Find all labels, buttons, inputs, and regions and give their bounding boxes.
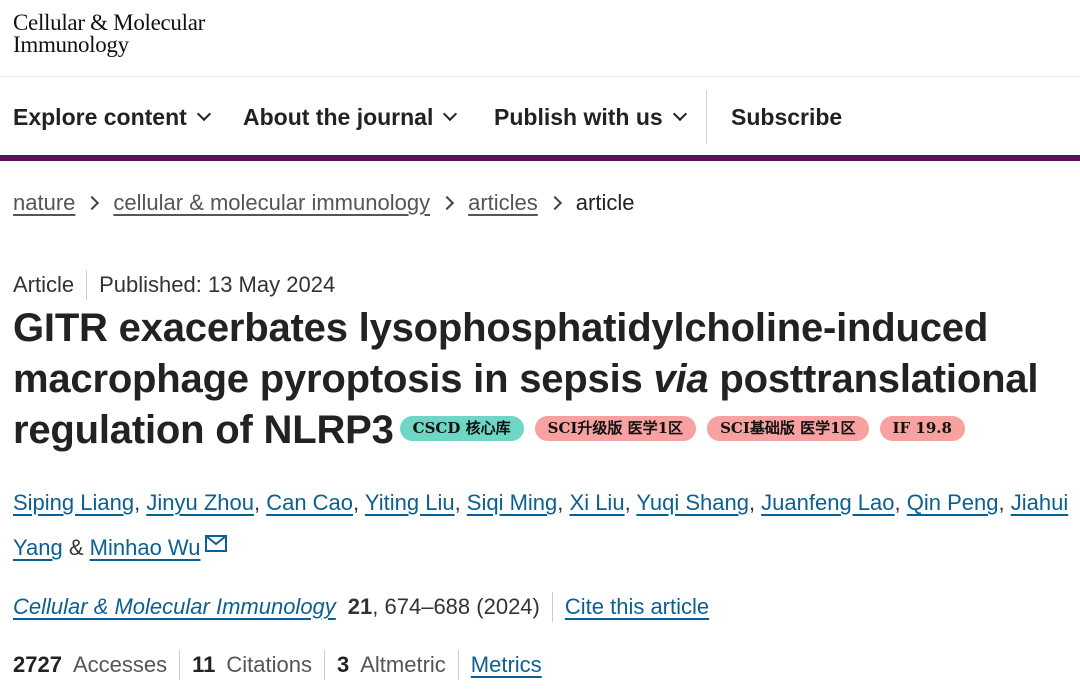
altmetric-count: 3 bbox=[336, 652, 350, 677]
article-metrics: 2727 Accesses 11 Citations 3 Altmetric M… bbox=[13, 650, 542, 680]
author-separator: , bbox=[894, 490, 907, 515]
breadcrumb-articles[interactable]: articles bbox=[468, 190, 538, 216]
nav-about-label: About the journal bbox=[243, 103, 434, 130]
header-divider bbox=[0, 76, 1080, 77]
author-separator: , bbox=[134, 490, 147, 515]
metrics-divider bbox=[323, 650, 325, 680]
citation-line: Cellular & Molecular Immunology 21 , 674… bbox=[13, 592, 709, 622]
author-separator: , bbox=[353, 490, 365, 515]
author-link[interactable]: Siping Liang bbox=[13, 490, 134, 515]
meta-divider bbox=[86, 270, 88, 300]
metrics-link[interactable]: Metrics bbox=[471, 652, 542, 678]
author-conjunction: & bbox=[62, 535, 90, 560]
brand-bar bbox=[0, 155, 1080, 161]
nav-about-journal[interactable]: About the journal bbox=[243, 90, 458, 144]
accesses-label: Accesses bbox=[72, 652, 168, 677]
nav-subscribe[interactable]: Subscribe bbox=[731, 90, 842, 144]
nav-divider bbox=[706, 90, 707, 144]
author-link[interactable]: Minhao Wu bbox=[90, 535, 201, 560]
breadcrumb-journal[interactable]: cellular & molecular immunology bbox=[113, 190, 430, 216]
citations-label: Citations bbox=[226, 652, 312, 677]
chevron-right-icon bbox=[547, 195, 562, 211]
author-link[interactable]: Juanfeng Lao bbox=[761, 490, 894, 515]
badge-sci-upgrade: SCI升级版 医学1区 bbox=[534, 415, 697, 441]
nav-explore-label: Explore content bbox=[13, 103, 187, 130]
badge-cscd: CSCD 核心库 bbox=[399, 415, 524, 441]
published-date: Published: 13 May 2024 bbox=[99, 272, 336, 297]
chevron-down-icon bbox=[672, 106, 687, 122]
journal-link[interactable]: Cellular & Molecular Immunology bbox=[13, 594, 336, 620]
citations-count: 11 bbox=[192, 652, 216, 677]
nav-subscribe-label: Subscribe bbox=[731, 103, 843, 130]
volume: 21 bbox=[347, 594, 373, 619]
main-nav: Explore content About the journal Publis… bbox=[0, 90, 1080, 144]
author-separator: , bbox=[998, 490, 1011, 515]
altmetric-label: Altmetric bbox=[360, 652, 446, 677]
badge-sci-basic: SCI基础版 医学1区 bbox=[707, 415, 869, 441]
pages-year: , 674–688 (2024) bbox=[372, 594, 540, 619]
title-italic: via bbox=[653, 357, 709, 401]
author-link[interactable]: Siqi Ming bbox=[467, 490, 557, 515]
article-title: GITR exacerbates lysophosphatidylcholine… bbox=[13, 303, 1073, 456]
author-link[interactable]: Xi Liu bbox=[570, 490, 625, 515]
author-link[interactable]: Yiting Liu bbox=[365, 490, 455, 515]
breadcrumb-nature[interactable]: nature bbox=[13, 190, 75, 216]
author-separator: , bbox=[624, 490, 637, 515]
cite-this-article-link[interactable]: Cite this article bbox=[565, 594, 709, 620]
metrics-divider bbox=[179, 650, 181, 680]
author-separator: , bbox=[557, 490, 570, 515]
author-separator: , bbox=[253, 490, 267, 515]
nav-publish-with-us[interactable]: Publish with us bbox=[494, 90, 687, 144]
chevron-right-icon bbox=[440, 195, 455, 211]
article-type: Article bbox=[13, 272, 75, 297]
author-separator: , bbox=[748, 490, 762, 515]
author-link[interactable]: Qin Peng bbox=[907, 490, 999, 515]
journal-logo[interactable]: Cellular & Molecular Immunology bbox=[13, 10, 273, 57]
chevron-down-icon bbox=[443, 106, 458, 122]
envelope-icon[interactable] bbox=[204, 522, 227, 567]
logo-line-2: Immunology bbox=[13, 32, 129, 57]
logo-line-1: Cellular & Molecular bbox=[13, 10, 205, 35]
breadcrumb: nature cellular & molecular immunology a… bbox=[13, 190, 634, 216]
author-link[interactable]: Yuqi Shang bbox=[636, 490, 749, 515]
author-link[interactable]: Can Cao bbox=[266, 490, 353, 515]
author-link[interactable]: Jinyu Zhou bbox=[146, 490, 254, 515]
metrics-divider bbox=[457, 650, 459, 680]
author-list: Siping Liang, Jinyu Zhou, Can Cao, Yitin… bbox=[13, 480, 1073, 572]
accesses-count: 2727 bbox=[13, 652, 62, 677]
chevron-down-icon bbox=[196, 106, 211, 122]
nav-publish-label: Publish with us bbox=[494, 103, 663, 130]
article-meta: Article Published: 13 May 2024 bbox=[13, 270, 335, 300]
citation-divider bbox=[551, 592, 553, 622]
author-separator: , bbox=[454, 490, 467, 515]
badge-impact-factor: IF 19.8 bbox=[879, 415, 965, 441]
breadcrumb-current: article bbox=[575, 190, 635, 215]
chevron-right-icon bbox=[85, 195, 100, 211]
nav-explore-content[interactable]: Explore content bbox=[13, 90, 211, 144]
